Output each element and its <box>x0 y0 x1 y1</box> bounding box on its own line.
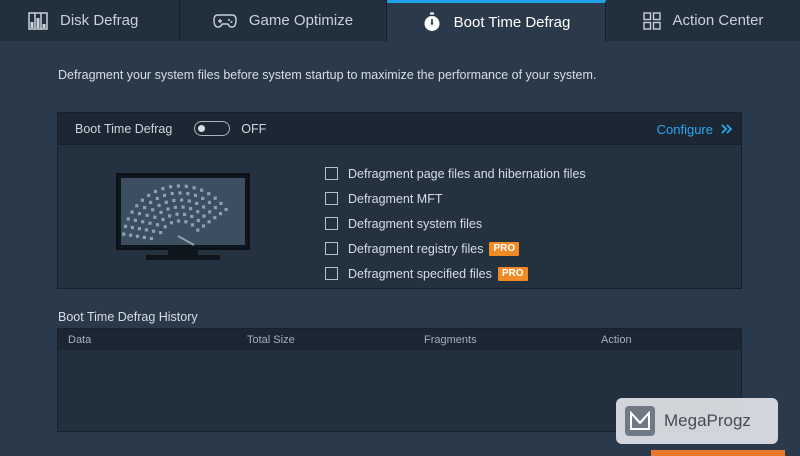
page-description: Defragment your system files before syst… <box>58 68 597 82</box>
checkbox[interactable] <box>325 242 338 255</box>
stopwatch-icon <box>422 12 442 32</box>
option-page-files[interactable]: Defragment page files and hibernation fi… <box>325 161 586 186</box>
monitor-illustration <box>116 173 250 268</box>
tab-label: Game Optimize <box>248 12 354 29</box>
option-label: Defragment MFT <box>348 191 443 206</box>
panel-title: Boot Time Defrag <box>75 121 173 136</box>
gamepad-icon <box>213 13 237 29</box>
option-mft[interactable]: Defragment MFT <box>325 186 586 211</box>
configure-label: Configure <box>656 121 713 137</box>
grid-icon <box>642 11 661 30</box>
options-list: Defragment page files and hibernation fi… <box>325 161 586 286</box>
checkbox[interactable] <box>325 192 338 205</box>
tab-game-optimize[interactable]: Game Optimize <box>180 0 387 41</box>
history-title: Boot Time Defrag History <box>58 310 198 324</box>
boot-defrag-toggle[interactable] <box>194 121 231 136</box>
tab-boot-time-defrag[interactable]: Boot Time Defrag <box>387 0 606 41</box>
tab-disk-defrag[interactable]: Disk Defrag <box>0 0 180 41</box>
option-system-files[interactable]: Defragment system files <box>325 211 586 236</box>
column-header-action[interactable]: Action <box>601 334 632 346</box>
double-chevron-right-icon <box>721 122 733 137</box>
tab-action-center[interactable]: Action Center <box>606 0 800 41</box>
boot-defrag-panel: Boot Time Defrag OFF Configure Defragmen… <box>57 112 742 289</box>
tab-label: Action Center <box>672 12 764 29</box>
option-specified-files[interactable]: Defragment specified files PRO <box>325 261 586 286</box>
history-table-header: Data Total Size Fragments Action <box>58 329 741 350</box>
toggle-state-label: OFF <box>241 121 267 136</box>
toggle-knob <box>198 125 206 132</box>
configure-link[interactable]: Configure <box>657 113 733 145</box>
checkbox[interactable] <box>325 217 338 230</box>
watermark-text: MegaProgz <box>664 411 751 430</box>
option-label: Defragment system files <box>348 216 483 231</box>
column-header-fragments[interactable]: Fragments <box>424 334 477 346</box>
pro-badge: PRO <box>489 241 520 256</box>
option-label: Defragment page files and hibernation fi… <box>348 166 586 181</box>
monitor-gauge-icon <box>116 173 250 260</box>
start-button-edge[interactable] <box>651 450 785 456</box>
tab-label: Disk Defrag <box>60 12 139 29</box>
option-label: Defragment specified files <box>348 266 492 281</box>
panel-header: Boot Time Defrag OFF Configure <box>58 113 741 145</box>
option-registry-files[interactable]: Defragment registry files PRO <box>325 236 586 261</box>
disk-defrag-icon <box>28 11 48 30</box>
checkbox[interactable] <box>325 267 338 280</box>
option-label: Defragment registry files <box>348 241 484 256</box>
column-header-data[interactable]: Data <box>68 334 91 346</box>
column-header-total-size[interactable]: Total Size <box>247 334 295 346</box>
checkbox[interactable] <box>325 167 338 180</box>
megaprogz-logo-icon <box>625 406 655 436</box>
tab-label: Boot Time Defrag <box>453 13 571 31</box>
tab-bar: Disk Defrag Game Optimize Boot Time Defr… <box>0 0 800 41</box>
watermark: MegaProgz <box>616 398 778 444</box>
pro-badge: PRO <box>497 266 528 281</box>
